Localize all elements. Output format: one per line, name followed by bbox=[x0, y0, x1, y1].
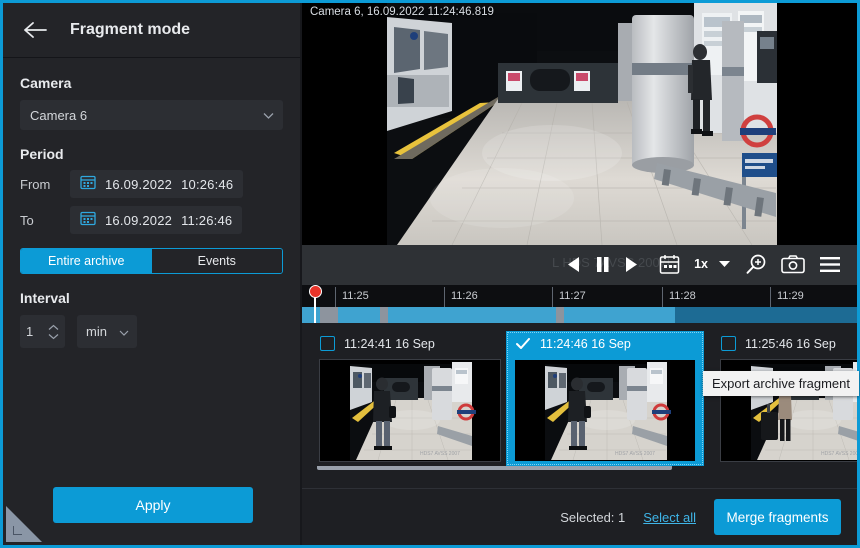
svg-text:HDS7 AVSS 2007: HDS7 AVSS 2007 bbox=[821, 451, 857, 457]
chevron-down-icon bbox=[263, 108, 274, 123]
fragment-header: 11:25:46 16 Sep bbox=[712, 331, 857, 356]
timeline-ticks: 11:25 11:26 11:27 11:28 11:29 bbox=[302, 285, 857, 307]
fragment-mode-window: Fragment mode Camera Camera 6 Period Fro… bbox=[0, 0, 860, 548]
interval-unit-select[interactable]: min bbox=[77, 315, 137, 348]
fragment-checkbox[interactable] bbox=[721, 336, 736, 351]
play-icon[interactable] bbox=[624, 256, 639, 273]
timeline-segment bbox=[556, 307, 564, 323]
timeline-tick-label: 11:27 bbox=[552, 287, 586, 307]
resize-triangle bbox=[6, 506, 42, 542]
period-to-time: 11:26:46 bbox=[181, 212, 233, 228]
timeline-tick-label: 11:25 bbox=[335, 287, 369, 307]
timeline-tick-label: 11:26 bbox=[444, 287, 478, 307]
pause-icon[interactable] bbox=[595, 256, 610, 273]
period-from-label: From bbox=[20, 176, 51, 192]
fragment-timestamp: 11:25:46 16 Sep bbox=[745, 336, 836, 351]
period-to-row: To 16.09.2022 11:26:46 bbox=[20, 206, 283, 234]
camera-select-value: Camera 6 bbox=[30, 107, 88, 123]
fragment-thumbnail[interactable]: HDS7 AVSS 2007 bbox=[319, 359, 501, 462]
interval-label: Interval bbox=[20, 290, 70, 306]
fragment-checkbox[interactable] bbox=[320, 336, 335, 351]
timeline-segment bbox=[388, 307, 556, 323]
fragment-header: 11:24:46 16 Sep bbox=[506, 331, 704, 356]
fragment-card[interactable]: 11:24:41 16 Sep HDS7 AVSS 2007 bbox=[311, 331, 509, 466]
timeline-segment bbox=[302, 307, 320, 323]
apply-button[interactable]: Apply bbox=[53, 487, 253, 523]
period-to-label: To bbox=[20, 212, 34, 228]
export-tooltip: Export archive fragment bbox=[703, 371, 860, 396]
fragment-card[interactable]: 11:24:46 16 Sep HDS7 AVSS 2007 bbox=[506, 331, 704, 466]
chevron-up-icon bbox=[48, 324, 59, 330]
fragment-thumbnail[interactable]: HDS7 AVSS 2007 bbox=[514, 359, 696, 462]
period-from-date: 16.09.2022 bbox=[105, 176, 173, 192]
archive-mode-toggle: Entire archive Events bbox=[20, 248, 283, 274]
timeline-tick-label: 11:28 bbox=[662, 287, 696, 307]
timeline-segment bbox=[338, 307, 380, 323]
period-to-field[interactable]: 16.09.2022 11:26:46 bbox=[70, 206, 243, 234]
timeline-segment bbox=[320, 307, 338, 323]
fragment-header: 11:24:41 16 Sep bbox=[311, 331, 509, 356]
camera-snapshot-icon[interactable] bbox=[781, 254, 805, 274]
camera-label: Camera bbox=[20, 75, 72, 91]
chevron-down-icon bbox=[48, 333, 59, 339]
fragments-panel: 11:24:41 16 Sep HDS7 AVSS 2007 11:24:46 … bbox=[302, 323, 857, 488]
period-label: Period bbox=[20, 146, 64, 162]
resize-mark bbox=[13, 526, 22, 535]
period-to-date: 16.09.2022 bbox=[105, 212, 173, 228]
resize-corner-icon[interactable] bbox=[6, 506, 42, 542]
fragments-footer: Selected: 1 Select all Merge fragments bbox=[302, 488, 857, 545]
period-from-field[interactable]: 16.09.2022 10:26:46 bbox=[70, 170, 244, 198]
tab-events[interactable]: Events bbox=[151, 249, 282, 273]
interval-stepper[interactable]: 1 bbox=[20, 315, 65, 348]
hamburger-menu-icon[interactable] bbox=[819, 256, 841, 273]
svg-text:HDS7 AVSS 2007: HDS7 AVSS 2007 bbox=[615, 451, 655, 457]
timeline-segment bbox=[564, 307, 675, 323]
timeline-archive-bar[interactable] bbox=[302, 307, 857, 323]
zoom-in-icon[interactable] bbox=[745, 253, 767, 275]
back-arrow-icon[interactable] bbox=[20, 15, 50, 45]
interval-unit-value: min bbox=[86, 324, 107, 339]
video-player[interactable]: L HDS 7AVSS 2007L Camera 6, 16.09.2022 1… bbox=[302, 3, 857, 285]
calendar-icon bbox=[80, 174, 96, 195]
calendar-icon bbox=[80, 210, 96, 231]
period-from-time: 10:26:46 bbox=[181, 176, 234, 192]
interval-value: 1 bbox=[26, 324, 34, 339]
merge-fragments-button[interactable]: Merge fragments bbox=[714, 499, 841, 535]
sidebar-header: Fragment mode bbox=[3, 3, 300, 58]
selected-count-label: Selected: 1 bbox=[560, 509, 626, 525]
fragment-timestamp: 11:24:41 16 Sep bbox=[344, 336, 435, 351]
select-all-link[interactable]: Select all bbox=[643, 510, 696, 525]
sidebar-body: Camera Camera 6 Period From 16.09.2022 1… bbox=[3, 58, 300, 348]
player-controls: 1x bbox=[302, 243, 857, 285]
playback-speed-value[interactable]: 1x bbox=[694, 257, 708, 271]
page-title: Fragment mode bbox=[70, 21, 191, 38]
chevron-down-icon bbox=[119, 323, 129, 341]
checkmark-icon[interactable] bbox=[515, 336, 531, 351]
timeline-tick-label: 11:29 bbox=[770, 287, 804, 307]
timeline-segment bbox=[675, 307, 857, 323]
fragment-timestamp: 11:24:46 16 Sep bbox=[540, 336, 631, 351]
interval-row: 1 min bbox=[20, 315, 283, 348]
period-from-row: From 16.09.2022 10:26:46 bbox=[20, 170, 283, 198]
sidebar: Fragment mode Camera Camera 6 Period Fro… bbox=[3, 3, 300, 545]
tab-entire-archive[interactable]: Entire archive bbox=[21, 249, 152, 273]
calendar-icon[interactable] bbox=[659, 254, 680, 275]
chevron-down-icon[interactable] bbox=[718, 260, 731, 268]
video-osd-timestamp: Camera 6, 16.09.2022 11:24:46.819 bbox=[310, 6, 494, 18]
stepper-arrows[interactable] bbox=[48, 324, 59, 339]
playhead-marker-icon[interactable] bbox=[308, 285, 322, 298]
timeline-segment bbox=[380, 307, 388, 323]
camera-select[interactable]: Camera 6 bbox=[20, 100, 283, 130]
svg-text:HDS7 AVSS 2007: HDS7 AVSS 2007 bbox=[420, 451, 460, 457]
archive-timeline[interactable]: 11:25 11:26 11:27 11:28 11:29 bbox=[302, 285, 857, 323]
fragment-card[interactable]: 11:25:46 16 Sep HDS7 AVSS 2007 bbox=[712, 331, 857, 466]
step-back-icon[interactable] bbox=[566, 256, 581, 273]
